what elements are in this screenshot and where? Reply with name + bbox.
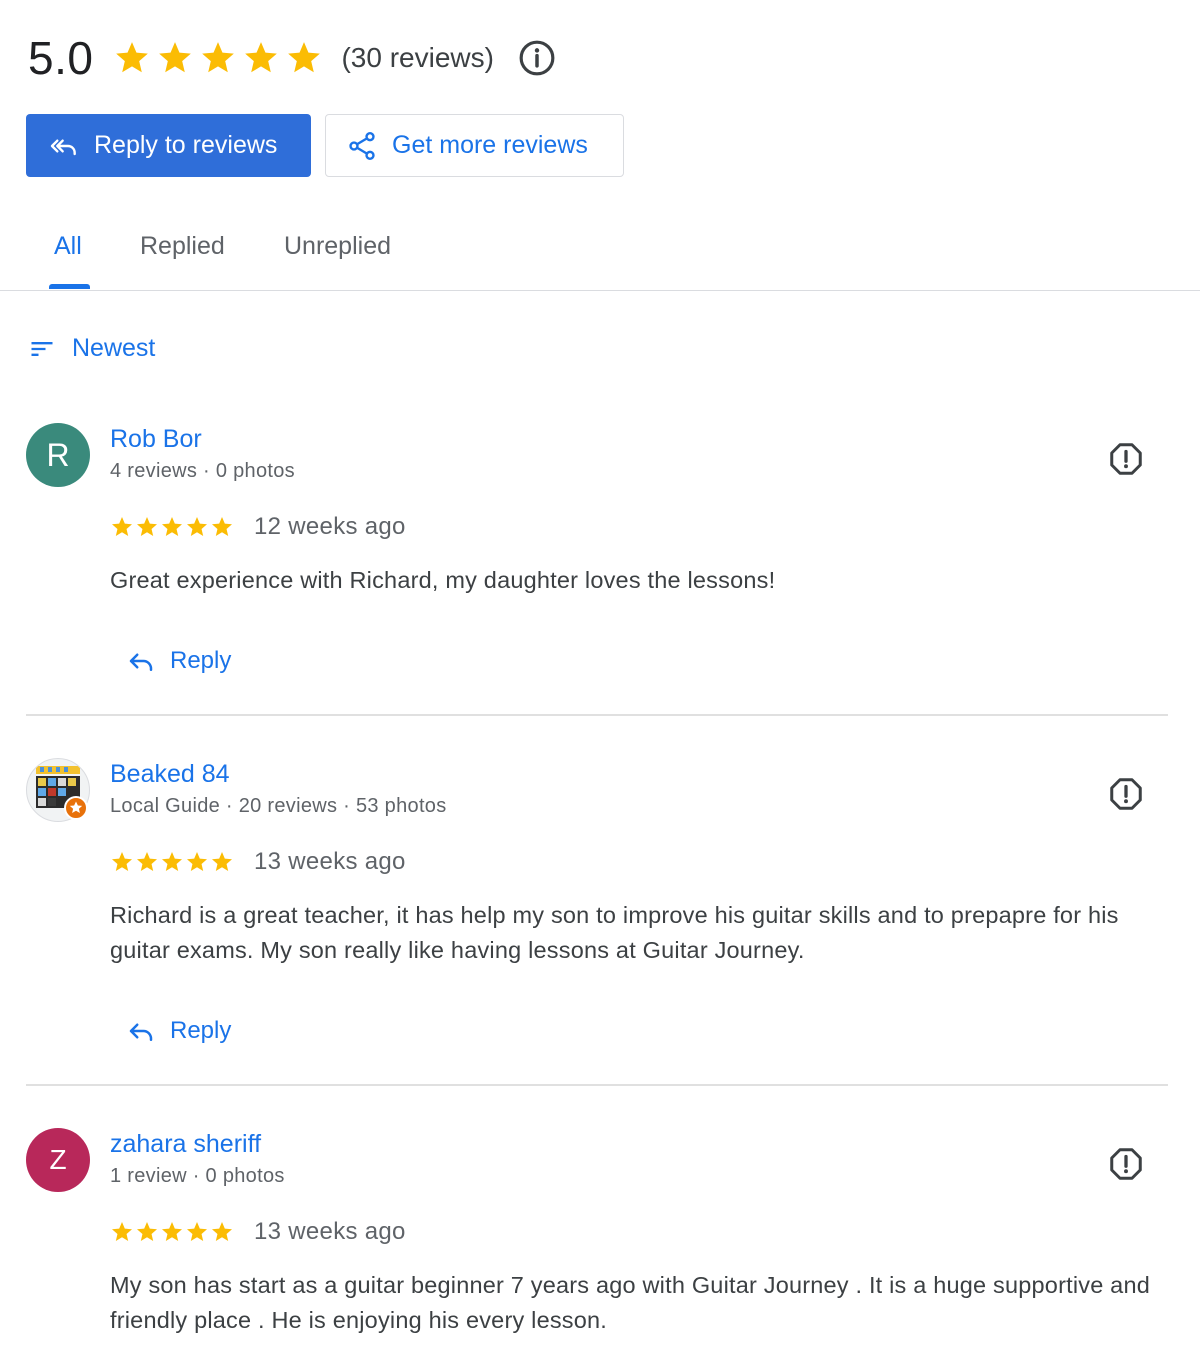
review-time: 13 weeks ago <box>254 1218 406 1245</box>
review-text: My son has start as a guitar beginner 7 … <box>110 1272 1150 1333</box>
star-icon <box>212 852 232 871</box>
review-text: Richard is a great teacher, it has help … <box>110 902 1119 963</box>
divider <box>26 714 1168 716</box>
star-icon <box>116 42 149 73</box>
star-icon <box>202 42 235 73</box>
star-icon <box>137 852 157 871</box>
avatar[interactable] <box>26 758 90 822</box>
star-icon <box>162 852 182 871</box>
sort-dropdown[interactable]: Newest <box>28 334 155 363</box>
star-icon <box>137 517 157 536</box>
review-stars <box>110 515 234 539</box>
reply-label: Reply <box>170 1017 232 1044</box>
report-icon[interactable] <box>1108 776 1144 812</box>
star-icon <box>212 1222 232 1241</box>
divider <box>26 1084 1168 1086</box>
star-icon <box>187 517 207 536</box>
avatar[interactable]: R <box>26 423 90 487</box>
avatar-letter: R <box>46 436 70 473</box>
star-icon <box>212 517 232 536</box>
avatar[interactable]: Z <box>26 1128 90 1192</box>
sort-icon <box>31 341 53 356</box>
review-stars <box>110 1220 234 1244</box>
report-icon[interactable] <box>1108 441 1144 477</box>
star-icon <box>159 42 192 73</box>
reply-icon <box>129 1023 153 1041</box>
tab-replied[interactable]: Replied <box>140 232 225 261</box>
average-rating: 5.0 <box>28 32 94 84</box>
avatar-letter: Z <box>49 1144 67 1175</box>
reply-to-reviews-label: Reply to reviews <box>94 131 278 159</box>
reply-button[interactable]: Reply <box>126 1016 231 1046</box>
review-stars <box>110 850 234 874</box>
review-filter-tabs: All Replied Unreplied <box>0 210 1200 291</box>
get-more-reviews-button[interactable]: Get more reviews <box>325 114 624 177</box>
rating-stars <box>113 39 323 77</box>
rating-summary: 5.0 (30 reviews) <box>28 28 556 88</box>
review-card: Z zahara sheriff 1 review · 0 photos 13 … <box>0 1128 1200 1357</box>
get-more-reviews-label: Get more reviews <box>392 131 588 159</box>
reply-icon <box>129 653 153 671</box>
review-card: R Rob Bor 4 reviews · 0 photos 12 weeks … <box>0 423 1200 723</box>
review-time: 13 weeks ago <box>254 848 406 875</box>
active-tab-indicator <box>49 284 90 289</box>
reply-all-icon <box>50 138 76 155</box>
reviewer-name[interactable]: zahara sheriff <box>110 1130 261 1159</box>
review-time: 12 weeks ago <box>254 513 406 540</box>
tab-all[interactable]: All <box>54 232 82 261</box>
star-icon <box>162 1222 182 1241</box>
star-icon <box>187 1222 207 1241</box>
reviewer-meta: Local Guide · 20 reviews · 53 photos <box>110 795 447 817</box>
star-icon <box>112 852 132 871</box>
reviewer-name[interactable]: Beaked 84 <box>110 760 230 789</box>
reviewer-name[interactable]: Rob Bor <box>110 425 202 454</box>
star-icon <box>137 1222 157 1241</box>
star-icon <box>187 852 207 871</box>
share-icon <box>349 131 375 160</box>
report-icon[interactable] <box>1108 1146 1144 1182</box>
reply-button[interactable]: Reply <box>126 646 231 676</box>
review-count: (30 reviews) <box>341 42 494 73</box>
sort-label: Newest <box>72 334 156 362</box>
review-card: Beaked 84 Local Guide · 20 reviews · 53 … <box>0 758 1200 1098</box>
star-icon <box>162 517 182 536</box>
reviewer-meta: 4 reviews · 0 photos <box>110 460 295 482</box>
tab-unreplied[interactable]: Unreplied <box>284 232 391 261</box>
reply-to-reviews-button[interactable]: Reply to reviews <box>26 114 311 177</box>
review-text: Great experience with Richard, my daught… <box>110 567 776 593</box>
star-icon <box>245 42 278 73</box>
reply-label: Reply <box>170 647 232 674</box>
info-icon[interactable] <box>518 39 556 77</box>
star-icon <box>112 517 132 536</box>
star-icon <box>288 42 321 73</box>
reviewer-meta: 1 review · 0 photos <box>110 1165 285 1187</box>
star-icon <box>112 1222 132 1241</box>
